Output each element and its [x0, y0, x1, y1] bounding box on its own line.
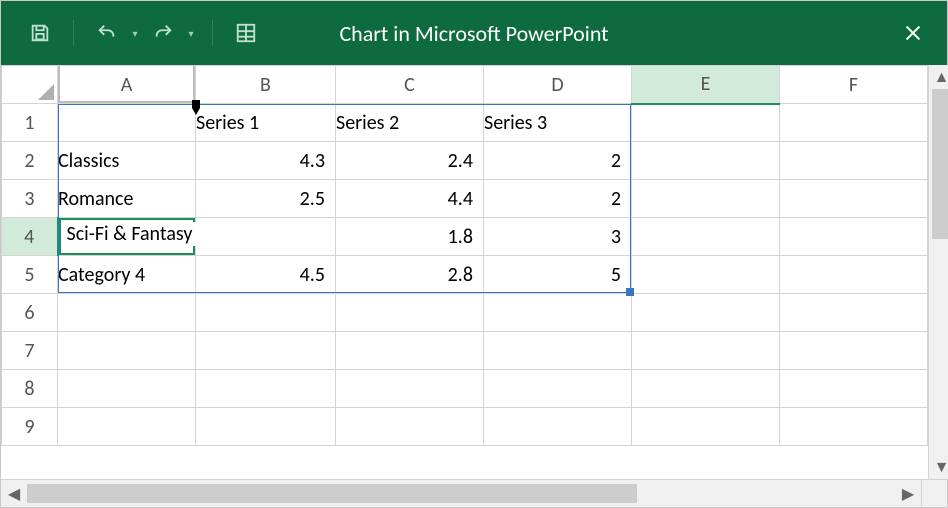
hscroll-track[interactable] — [27, 480, 895, 507]
column-header-f[interactable]: F — [780, 66, 928, 104]
edit-data-grid-icon[interactable] — [229, 16, 263, 50]
cell-a5[interactable]: Category 4 — [58, 256, 196, 294]
cell-a1[interactable] — [58, 104, 196, 142]
redo-dropdown-icon[interactable]: ▾ — [186, 27, 196, 40]
cell-e3[interactable] — [632, 180, 780, 218]
horizontal-scrollbar[interactable]: ◀ ▶ — [1, 480, 921, 507]
undo-icon[interactable] — [90, 16, 124, 50]
cell-e4[interactable] — [632, 218, 780, 256]
close-button[interactable] — [893, 13, 933, 53]
cell-c5[interactable]: 2.8 — [336, 256, 484, 294]
row-header-4[interactable]: 4 — [2, 218, 58, 256]
undo-dropdown-icon[interactable]: ▾ — [130, 27, 140, 40]
cell-e2[interactable] — [632, 142, 780, 180]
row-header-3[interactable]: 3 — [2, 180, 58, 218]
cell-b5[interactable]: 4.5 — [196, 256, 336, 294]
cell-b3[interactable]: 2.5 — [196, 180, 336, 218]
cell-f3[interactable] — [780, 180, 928, 218]
row-header-9[interactable]: 9 — [2, 408, 58, 446]
row-header-1[interactable]: 1 — [2, 104, 58, 142]
row-header-8[interactable]: 8 — [2, 370, 58, 408]
cell-d4[interactable]: 3 — [484, 218, 632, 256]
cell-a7[interactable] — [58, 332, 196, 370]
cell-f8[interactable] — [780, 370, 928, 408]
cell-f6[interactable] — [780, 294, 928, 332]
cell-c7[interactable] — [336, 332, 484, 370]
cell-f5[interactable] — [780, 256, 928, 294]
cell-b1[interactable]: Series 1 — [196, 104, 336, 142]
cell-c2[interactable]: 2.4 — [336, 142, 484, 180]
column-header-e[interactable]: E — [632, 66, 780, 104]
separator — [212, 20, 213, 46]
cell-e1[interactable] — [632, 104, 780, 142]
cell-d7[interactable] — [484, 332, 632, 370]
vscroll-thumb[interactable] — [932, 89, 948, 239]
row-header-6[interactable]: 6 — [2, 294, 58, 332]
row-header-5[interactable]: 5 — [2, 256, 58, 294]
column-header-b[interactable]: B — [196, 66, 336, 104]
cell-c6[interactable] — [336, 294, 484, 332]
cell-c1[interactable]: Series 2 — [336, 104, 484, 142]
cell-c4[interactable]: 1.8 — [336, 218, 484, 256]
scroll-corner — [921, 480, 947, 507]
cell-f2[interactable] — [780, 142, 928, 180]
cell-a6[interactable] — [58, 294, 196, 332]
scroll-down-icon[interactable]: ▼ — [929, 455, 948, 479]
scroll-left-icon[interactable]: ◀ — [1, 480, 27, 507]
hscroll-thumb[interactable] — [27, 484, 637, 503]
cell-f1[interactable] — [780, 104, 928, 142]
cell-e9[interactable] — [632, 408, 780, 446]
column-header-a[interactable]: A — [58, 66, 196, 104]
cell-d6[interactable] — [484, 294, 632, 332]
save-icon[interactable] — [23, 16, 57, 50]
cell-c3[interactable]: 4.4 — [336, 180, 484, 218]
quick-access-toolbar: ▾ ▾ — [1, 16, 263, 50]
spreadsheet-area: A B C D E F 1 Series 1 Series 2 — [1, 65, 947, 507]
cell-b4[interactable] — [196, 218, 336, 256]
cell-a8[interactable] — [58, 370, 196, 408]
grid[interactable]: A B C D E F 1 Series 1 Series 2 — [1, 65, 928, 479]
titlebar: ▾ ▾ Chart in Microsoft PowerPoint — [1, 1, 947, 65]
cell-f7[interactable] — [780, 332, 928, 370]
cell-d8[interactable] — [484, 370, 632, 408]
column-header-d[interactable]: D — [484, 66, 632, 104]
scroll-right-icon[interactable]: ▶ — [895, 480, 921, 507]
row-header-7[interactable]: 7 — [2, 332, 58, 370]
cell-c8[interactable] — [336, 370, 484, 408]
cell-a2[interactable]: Classics — [58, 142, 196, 180]
cell-d5[interactable]: 5 — [484, 256, 632, 294]
cell-f9[interactable] — [780, 408, 928, 446]
cell-f4[interactable] — [780, 218, 928, 256]
cell-b9[interactable] — [196, 408, 336, 446]
cell-e7[interactable] — [632, 332, 780, 370]
chart-data-editor-window: ▾ ▾ Chart in Microsoft PowerPoint — [0, 0, 948, 508]
cell-e6[interactable] — [632, 294, 780, 332]
cell-d3[interactable]: 2 — [484, 180, 632, 218]
column-header-c[interactable]: C — [336, 66, 484, 104]
cell-b8[interactable] — [196, 370, 336, 408]
separator — [73, 20, 74, 46]
cell-c9[interactable] — [336, 408, 484, 446]
redo-icon[interactable] — [146, 16, 180, 50]
cell-e8[interactable] — [632, 370, 780, 408]
scroll-up-icon[interactable]: ▲ — [929, 65, 948, 89]
cell-d2[interactable]: 2 — [484, 142, 632, 180]
cell-d9[interactable] — [484, 408, 632, 446]
cell-d1[interactable]: Series 3 — [484, 104, 632, 142]
select-all-corner[interactable] — [2, 66, 58, 104]
horizontal-scroll-row: ◀ ▶ — [1, 479, 947, 507]
vertical-scrollbar[interactable]: ▲ ▼ — [928, 65, 948, 479]
cell-e5[interactable] — [632, 256, 780, 294]
cell-a3[interactable]: Romance — [58, 180, 196, 218]
row-header-2[interactable]: 2 — [2, 142, 58, 180]
vscroll-track[interactable] — [929, 89, 948, 455]
cell-b2[interactable]: 4.3 — [196, 142, 336, 180]
cell-a4[interactable]: Sci-Fi & Fantasy — [58, 218, 196, 256]
cell-b6[interactable] — [196, 294, 336, 332]
cell-a9[interactable] — [58, 408, 196, 446]
editing-cell-text: Sci-Fi & Fantasy — [67, 222, 197, 246]
cell-b7[interactable] — [196, 332, 336, 370]
